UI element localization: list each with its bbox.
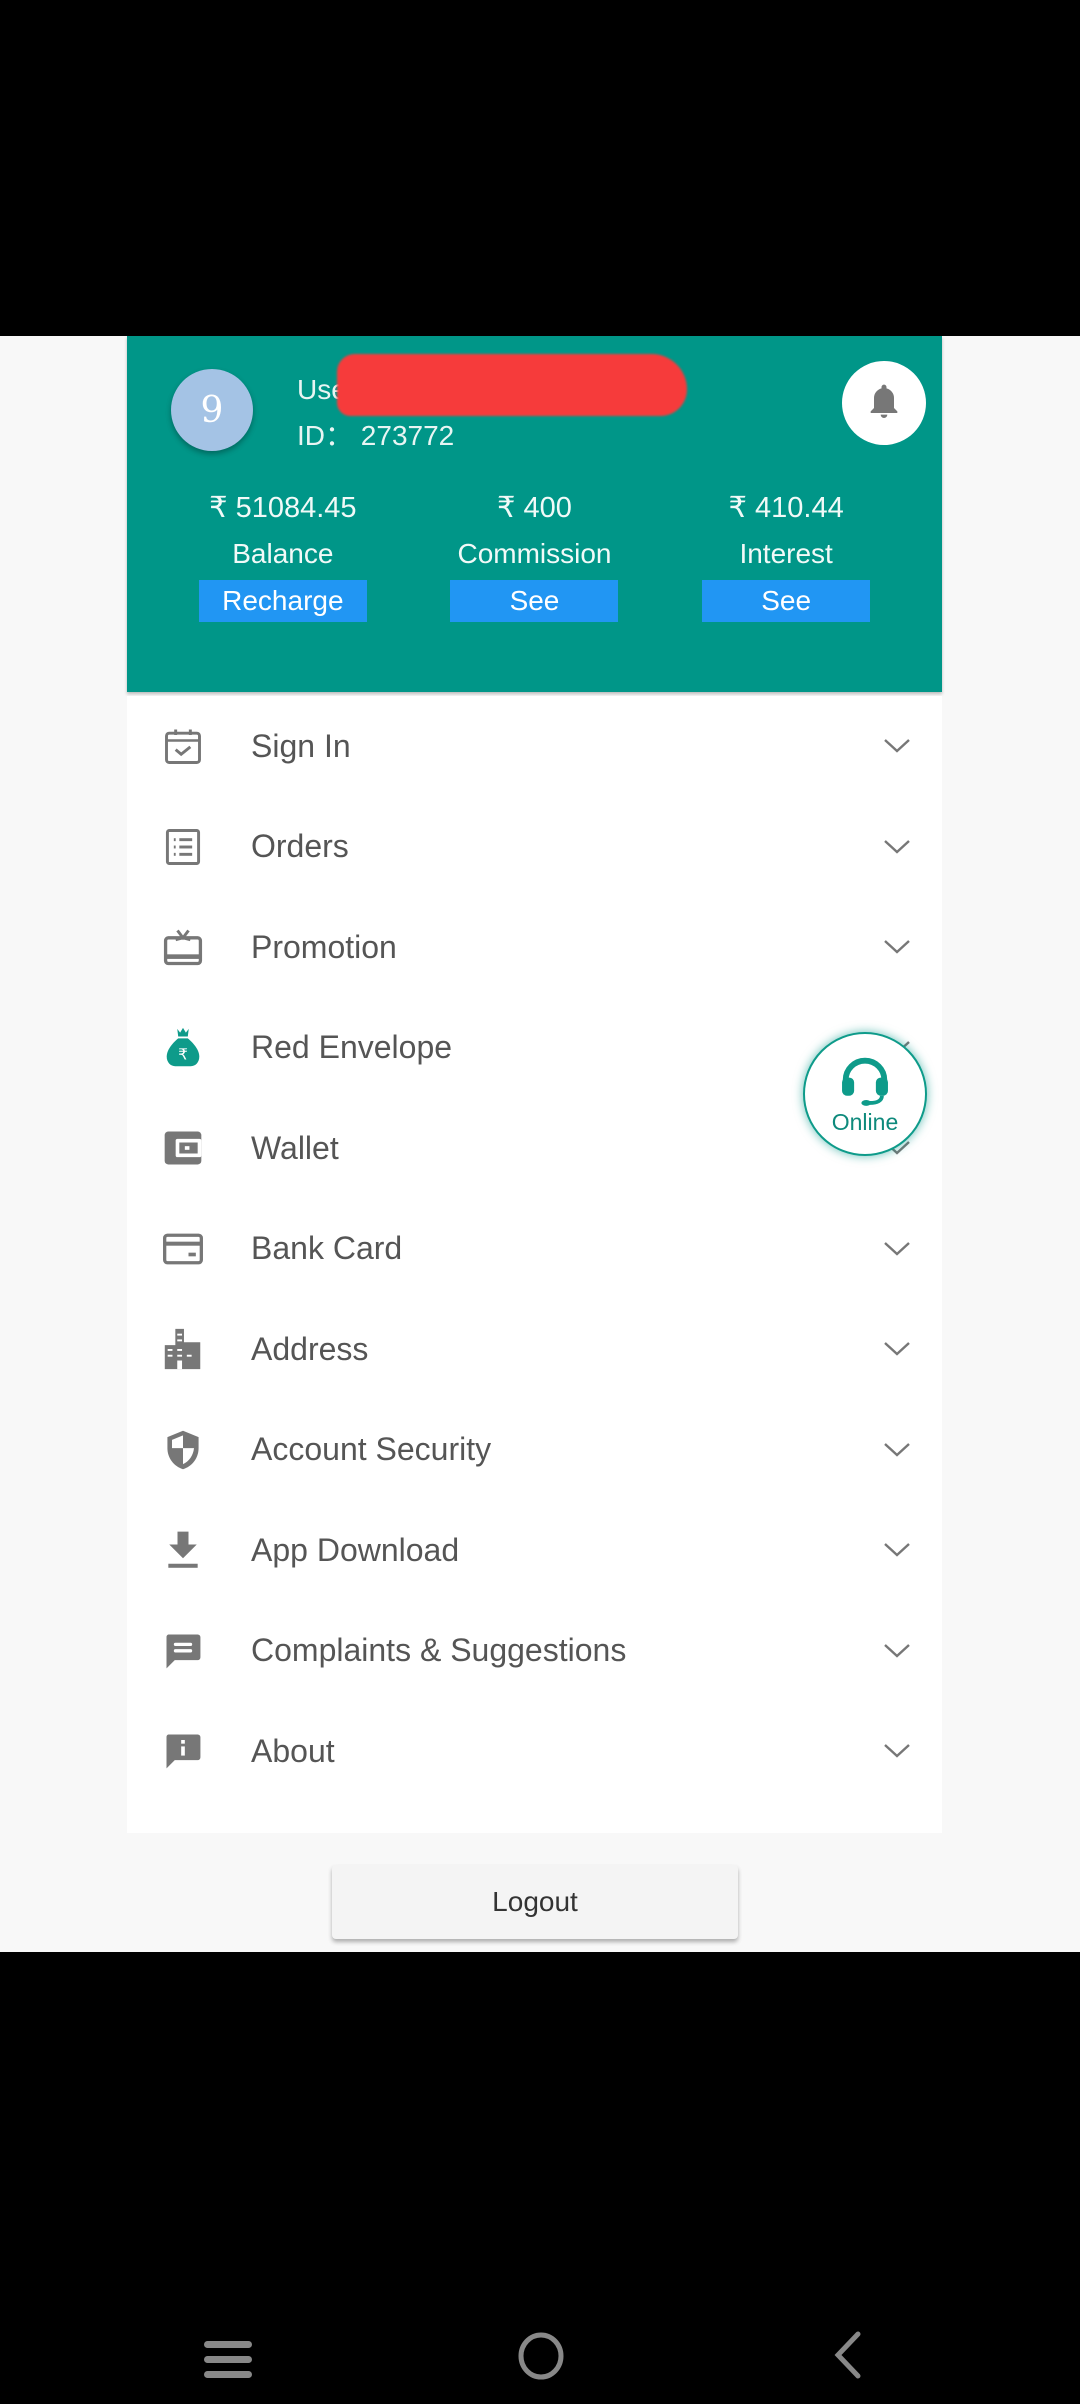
menu-item-about[interactable]: About [127, 1701, 942, 1802]
download-icon [160, 1527, 206, 1573]
money-bag-icon: ₹ [160, 1025, 206, 1071]
interest-value: ₹ 410.44 [728, 492, 844, 524]
recent-apps-icon[interactable] [204, 2340, 254, 2380]
chevron-down-icon [884, 940, 910, 954]
chat-icon [160, 1628, 206, 1674]
interest-label: Interest [739, 538, 833, 569]
calendar-check-icon [160, 723, 206, 769]
online-support-button[interactable]: Online [803, 1032, 927, 1156]
menu-label: Account Security [251, 1431, 492, 1468]
building-icon [160, 1326, 206, 1372]
menu-label: Complaints & Suggestions [251, 1632, 627, 1669]
balance-label: Balance [232, 538, 334, 569]
online-label: Online [831, 1108, 899, 1135]
see-interest-button[interactable]: See [702, 580, 871, 622]
gift-card-icon [160, 924, 206, 970]
stat-commission: ₹ 400 Commission See [434, 486, 634, 622]
list-icon [160, 824, 206, 870]
chevron-down-icon [884, 1643, 910, 1658]
menu-label: Promotion [251, 928, 397, 965]
menu-item-app-download[interactable]: App Download [127, 1500, 942, 1601]
redaction-mark [337, 354, 687, 416]
chevron-down-icon [884, 839, 910, 854]
stats-row: ₹ 51084.45 Balance Recharge ₹ 400 Commis… [127, 486, 942, 622]
menu-item-address[interactable]: Address [127, 1299, 942, 1400]
info-chat-icon [160, 1728, 206, 1774]
back-icon[interactable] [830, 2330, 864, 2380]
menu-label: About [251, 1732, 335, 1769]
shield-icon [160, 1427, 206, 1473]
avatar-initial: 9 [200, 389, 224, 431]
chevron-down-icon [884, 1744, 910, 1758]
user-id: ID： 273772 [297, 414, 454, 454]
commission-value: ₹ 400 [497, 492, 572, 524]
chevron-down-icon [884, 1442, 910, 1457]
see-commission-button[interactable]: See [450, 580, 619, 622]
stat-balance: ₹ 51084.45 Balance Recharge [183, 486, 383, 622]
menu-label: Wallet [251, 1129, 339, 1166]
id-label: ID： [297, 420, 354, 451]
menu-label: Sign In [251, 727, 351, 764]
system-nav-bar [0, 2300, 1080, 2404]
menu-item-sign-in[interactable]: Sign In [127, 696, 942, 797]
notification-button[interactable] [842, 361, 926, 445]
id-value: 273772 [360, 420, 455, 451]
menu-item-promotion[interactable]: Promotion [127, 897, 942, 998]
recharge-button[interactable]: Recharge [198, 580, 367, 622]
balance-value: ₹ 51084.45 [209, 492, 357, 524]
chevron-down-icon [884, 1543, 910, 1557]
svg-text:₹: ₹ [178, 1045, 188, 1063]
menu-item-bank-card[interactable]: Bank Card [127, 1199, 942, 1300]
stat-interest: ₹ 410.44 Interest See [686, 486, 886, 622]
menu-label: Orders [251, 828, 349, 865]
profile-page: 9 User：9 ID： 273772 ₹ 51084.45 Balance R… [0, 336, 1080, 1952]
menu-item-complaints[interactable]: Complaints & Suggestions [127, 1601, 942, 1702]
avatar[interactable]: 9 [171, 369, 253, 451]
menu-item-orders[interactable]: Orders [127, 797, 942, 898]
commission-label: Commission [457, 538, 612, 569]
account-header: 9 User：9 ID： 273772 ₹ 51084.45 Balance R… [127, 336, 942, 692]
chevron-down-icon [884, 1342, 910, 1356]
menu-list: Sign In Orders Promotion ₹ Red Envelope … [127, 696, 942, 1833]
chevron-down-icon [884, 739, 910, 753]
menu-label: Address [251, 1330, 369, 1367]
menu-label: Red Envelope [251, 1029, 453, 1066]
headset-icon [842, 1057, 888, 1106]
credit-card-icon [160, 1226, 206, 1272]
menu-label: Bank Card [251, 1230, 403, 1267]
home-icon[interactable] [516, 2330, 566, 2382]
wallet-icon [160, 1125, 206, 1171]
logout-button[interactable]: Logout [332, 1865, 738, 1939]
menu-label: App Download [251, 1531, 460, 1568]
bell-icon [870, 384, 898, 418]
menu-item-account-security[interactable]: Account Security [127, 1400, 942, 1501]
chevron-down-icon [884, 1241, 910, 1256]
